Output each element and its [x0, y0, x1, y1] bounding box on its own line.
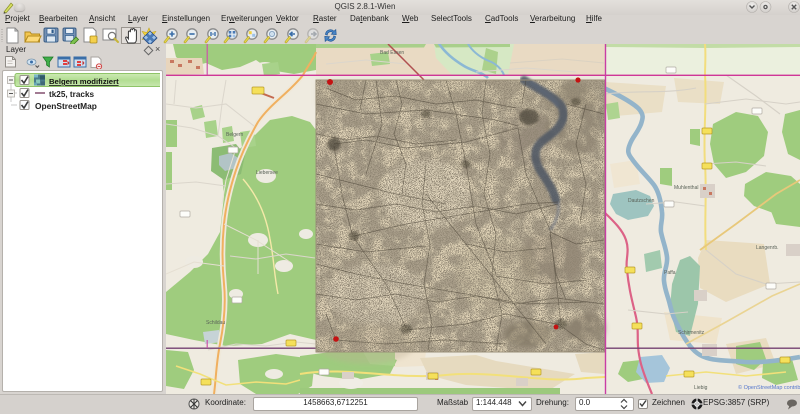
svg-text:Paffa: Paffa	[664, 270, 676, 276]
svg-text:Bad Essen: Bad Essen	[380, 50, 404, 56]
svg-text:Dautzschen: Dautzschen	[628, 198, 655, 204]
svg-text:Belgern modifiziert: Belgern modifiziert	[49, 77, 119, 86]
svg-text:Liebig: Liebig	[694, 385, 708, 391]
svg-text:© OpenStreetMap contributors: © OpenStreetMap contributors	[738, 384, 800, 391]
svg-text:OpenStreetMap: OpenStreetMap	[35, 101, 97, 111]
svg-text:Muhlenthal: Muhlenthal	[674, 185, 698, 191]
svg-text:Belgern: Belgern	[226, 132, 243, 138]
svg-text:Schirmenitz: Schirmenitz	[678, 330, 705, 336]
svg-text:Schildau: Schildau	[206, 320, 225, 326]
svg-text:tk25, tracks: tk25, tracks	[49, 90, 95, 99]
svg-text:Liebersee: Liebersee	[256, 170, 278, 176]
svg-text:Langenrb.: Langenrb.	[756, 245, 779, 251]
